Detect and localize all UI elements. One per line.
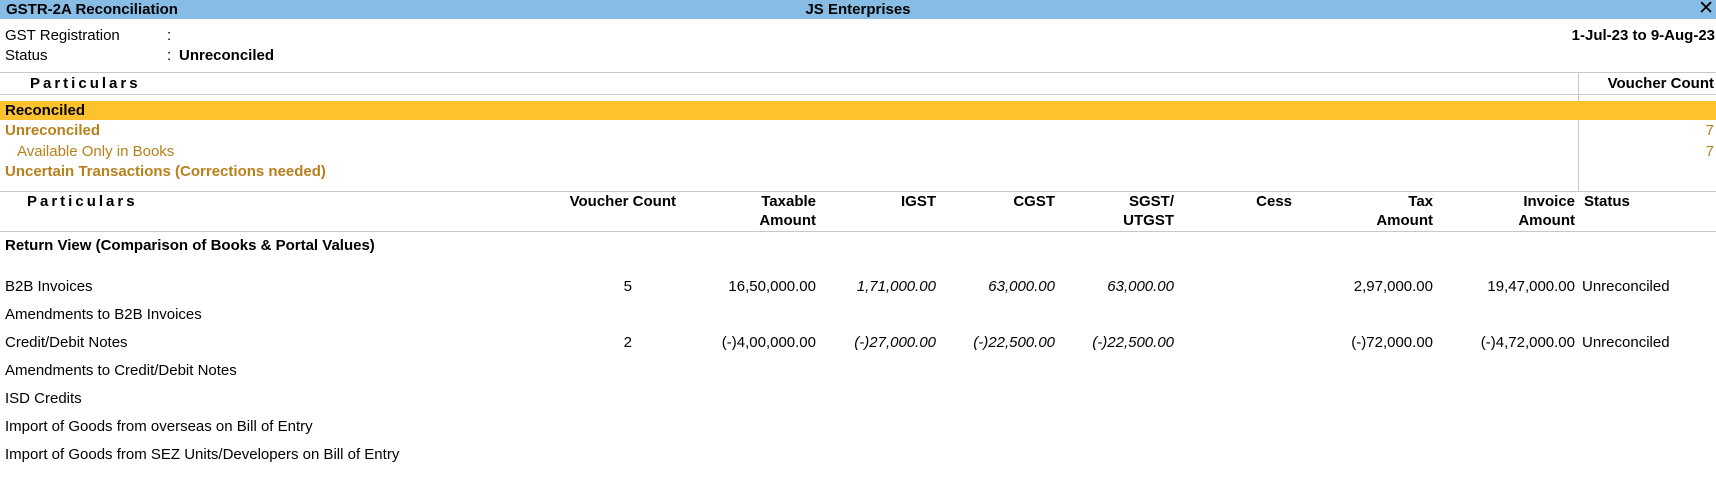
summary-row-label: Uncertain Transactions (Corrections need… [5, 163, 326, 180]
row-tax-amount: 2,97,000.00 [1353, 278, 1433, 295]
gst-registration-label: GST Registration [5, 27, 120, 44]
table-sgst-header-line1: SGST/ [1128, 193, 1174, 210]
status-colon: : [167, 47, 172, 64]
row-status: Unreconciled [1582, 334, 1670, 351]
summary-row-count: 7 [1705, 143, 1714, 160]
status-label: Status [5, 47, 48, 64]
summary-row-label: Reconciled [5, 102, 86, 119]
company-name: JS Enterprises [805, 1, 911, 18]
row-taxable-amount: (-)4,00,000.00 [721, 334, 816, 351]
divider [0, 231, 1716, 232]
table-taxable-header-line2: Amount [759, 212, 816, 229]
row-name: B2B Invoices [5, 278, 93, 295]
summary-row-available-only-in-books[interactable]: Available Only in Books 7 [0, 142, 1716, 161]
table-sgst-header-line2: UTGST [1123, 212, 1174, 229]
row-name: Amendments to Credit/Debit Notes [5, 362, 237, 379]
table-cess-header: Cess [1256, 193, 1292, 210]
row-name: Credit/Debit Notes [5, 334, 128, 351]
divider [0, 94, 1716, 95]
table-row[interactable]: Amendments to B2B Invoices [0, 306, 1716, 334]
summary-row-unreconciled[interactable]: Unreconciled 7 [0, 121, 1716, 140]
close-icon[interactable]: ✕ [1698, 0, 1714, 19]
table-voucher-count-header: Voucher Count [569, 193, 676, 210]
row-name: Import of Goods from overseas on Bill of… [5, 418, 313, 435]
row-name: Amendments to B2B Invoices [5, 306, 202, 323]
table-tax-header-line2: Amount [1376, 212, 1433, 229]
summary-row-label: Unreconciled [5, 122, 101, 139]
table-row[interactable]: ISD Credits [0, 390, 1716, 418]
divider [0, 72, 1716, 73]
period-range[interactable]: 1-Jul-23 to 9-Aug-23 [1572, 27, 1715, 44]
table-invoice-header-line2: Amount [1518, 212, 1575, 229]
summary-row-count: 7 [1705, 122, 1714, 139]
row-cgst: 63,000.00 [988, 278, 1055, 295]
table-invoice-header-line1: Invoice [1523, 193, 1575, 210]
title-bar: GSTR-2A Reconciliation JS Enterprises ✕ [0, 0, 1716, 19]
table-row[interactable]: Amendments to Credit/Debit Notes [0, 362, 1716, 390]
row-voucher-count: 2 [623, 334, 632, 351]
status-value: Unreconciled [179, 47, 275, 64]
row-name: ISD Credits [5, 390, 82, 407]
row-taxable-amount: 16,50,000.00 [728, 278, 816, 295]
gst-registration-colon: : [167, 27, 172, 44]
summary-row-label: Available Only in Books [17, 143, 175, 160]
row-sgst: 63,000.00 [1107, 278, 1174, 295]
row-invoice-amount: 19,47,000.00 [1487, 278, 1575, 295]
row-sgst: (-)22,500.00 [1092, 334, 1174, 351]
table-row[interactable]: Import of Goods from overseas on Bill of… [0, 418, 1716, 446]
row-igst: 1,71,000.00 [856, 278, 936, 295]
row-name: Import of Goods from SEZ Units/Developer… [5, 446, 400, 463]
table-row[interactable]: Import of Goods from SEZ Units/Developer… [0, 446, 1716, 474]
summary-row-uncertain-transactions[interactable]: Uncertain Transactions (Corrections need… [0, 162, 1716, 181]
row-invoice-amount: (-)4,72,000.00 [1480, 334, 1575, 351]
row-cgst: (-)22,500.00 [973, 334, 1055, 351]
row-igst: (-)27,000.00 [854, 334, 936, 351]
summary-voucher-count-header: Voucher Count [1607, 75, 1714, 92]
table-particulars-header: Particulars [27, 193, 138, 210]
table-tax-header-line1: Tax [1408, 193, 1433, 210]
table-cgst-header: CGST [1013, 193, 1055, 210]
row-status: Unreconciled [1582, 278, 1670, 295]
table-taxable-header-line1: Taxable [761, 193, 816, 210]
summary-row-reconciled[interactable]: Reconciled [0, 101, 1716, 120]
summary-particulars-header: Particulars [30, 75, 141, 92]
table-row[interactable]: Credit/Debit Notes 2 (-)4,00,000.00 (-)2… [0, 334, 1716, 362]
section-title: Return View (Comparison of Books & Porta… [5, 237, 375, 254]
row-tax-amount: (-)72,000.00 [1351, 334, 1433, 351]
table-igst-header: IGST [900, 193, 936, 210]
table-row[interactable]: B2B Invoices 5 16,50,000.00 1,71,000.00 … [0, 278, 1716, 306]
table-status-header: Status [1584, 193, 1630, 210]
row-voucher-count: 5 [623, 278, 632, 295]
